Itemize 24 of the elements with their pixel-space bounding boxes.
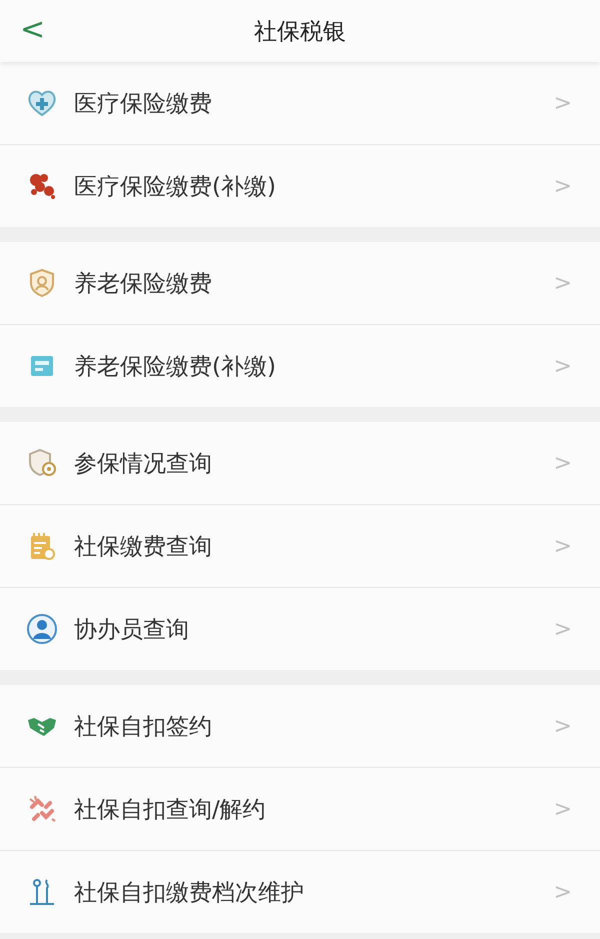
menu-label: 社保缴费查询 xyxy=(74,532,213,562)
chevron-icon: > xyxy=(554,880,572,904)
menu-label: 社保自扣签约 xyxy=(74,712,213,742)
back-button[interactable]: < xyxy=(14,10,52,49)
menu-label: 医疗保险缴费 xyxy=(74,90,213,118)
chevron-icon: > xyxy=(554,796,572,822)
menu-label: 协办员查询 xyxy=(74,616,190,644)
page-title: 社保税银 xyxy=(254,18,346,46)
menu-label: 参保情况查询 xyxy=(74,450,213,478)
menu-label: 社保自扣查询/解约 xyxy=(74,796,267,824)
chevron-icon: > xyxy=(554,714,572,738)
menu-label: 养老保险缴费(补缴) xyxy=(74,352,277,382)
chevron-icon: > xyxy=(554,90,572,116)
menu-label: 养老保险缴费 xyxy=(74,270,213,298)
chevron-icon: > xyxy=(554,354,572,378)
menu-label: 医疗保险缴费(补缴) xyxy=(74,172,277,202)
chevron-icon: > xyxy=(554,534,572,558)
chevron-icon: > xyxy=(554,174,572,198)
shield-coin-icon xyxy=(26,447,58,479)
person-icon xyxy=(26,613,58,645)
chevron-icon: > xyxy=(554,616,572,642)
chevron-icon: > xyxy=(554,450,572,476)
chevron-icon: > xyxy=(554,270,572,296)
menu-label: 社保自扣缴费档次维护 xyxy=(74,878,305,908)
